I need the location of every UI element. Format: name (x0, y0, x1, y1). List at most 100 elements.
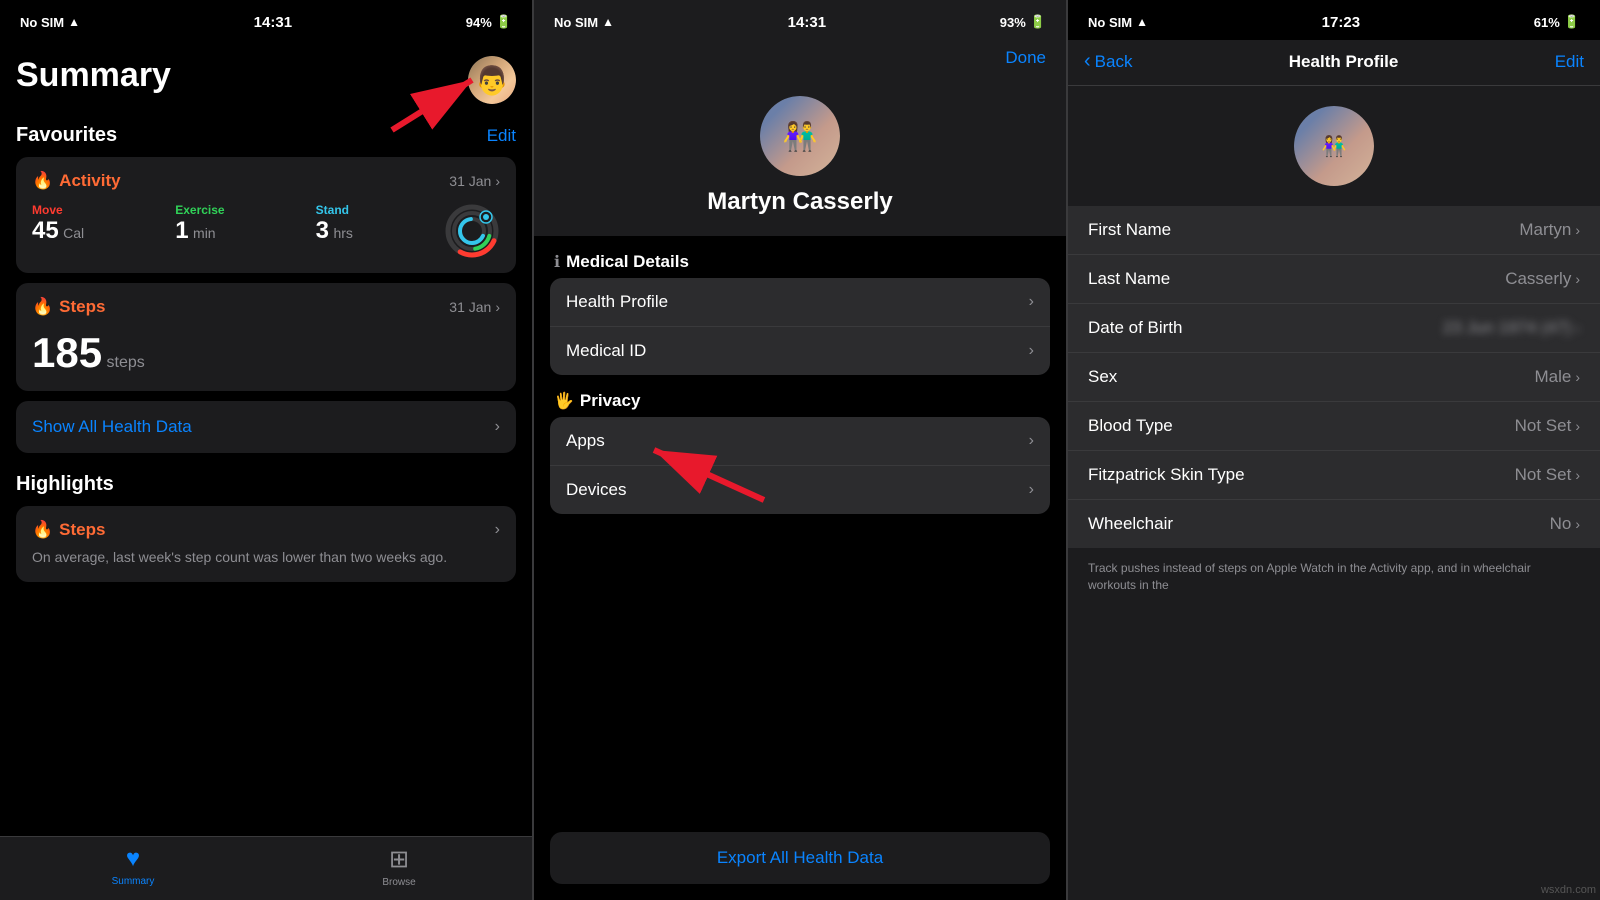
stand-label: Stand (316, 203, 353, 217)
apps-menu-item[interactable]: Apps › (550, 417, 1050, 466)
medical-id-label: Medical ID (566, 341, 646, 361)
battery-percent-1: 94% (466, 15, 492, 30)
highlight-header: 🔥 Steps › (32, 520, 500, 540)
export-button[interactable]: Export All Health Data (550, 832, 1050, 884)
battery-icon-2: 🔋 (1030, 14, 1046, 30)
tab-browse-label: Browse (382, 877, 415, 888)
show-all-chevron-icon: › (495, 418, 500, 436)
privacy-menu-group: Apps › Devices › (550, 417, 1050, 514)
activity-date-text: 31 Jan (449, 173, 491, 189)
skin-type-value: Not Set (1515, 465, 1572, 485)
phone3: No SIM ▲ 17:23 61% 🔋 ‹ Back Health Profi… (1068, 0, 1600, 900)
nav-bar-3: ‹ Back Health Profile Edit (1068, 40, 1600, 86)
footer-text: Track pushes instead of steps on Apple W… (1068, 548, 1600, 606)
phone1: No SIM ▲ 14:31 94% 🔋 Summary 👨 Favouri (0, 0, 532, 900)
activity-date: 31 Jan › (449, 173, 500, 189)
phone1-content: Summary 👨 Favourites Edit 🔥 Activity (0, 40, 532, 836)
dob-chevron-icon: › (1575, 320, 1580, 336)
phone2-content-wrapper: Done 👫 Martyn Casserly ℹ Medical Details… (534, 40, 1066, 900)
exercise-stat: Exercise 1 min (175, 203, 224, 245)
devices-label: Devices (566, 480, 626, 500)
done-button[interactable]: Done (1005, 48, 1046, 68)
sex-value: Male (1534, 367, 1571, 387)
user-avatar-1[interactable]: 👨 (468, 56, 516, 104)
flame-icon-activity: 🔥 (32, 171, 53, 191)
skin-type-row[interactable]: Fitzpatrick Skin Type Not Set › (1068, 451, 1600, 500)
first-name-row[interactable]: First Name Martyn › (1068, 206, 1600, 255)
first-name-label: First Name (1088, 220, 1171, 240)
activity-stats: Move 45 Cal Exercise 1 min Stand (32, 203, 500, 259)
devices-menu-item[interactable]: Devices › (550, 466, 1050, 514)
show-all-label: Show All Health Data (32, 417, 192, 437)
tab-summary-label: Summary (112, 876, 155, 887)
activity-card[interactable]: 🔥 Activity 31 Jan › Move 45 Cal Exe (16, 157, 516, 273)
steps-card[interactable]: 🔥 Steps 31 Jan › 185 steps (16, 283, 516, 391)
first-name-value-row: Martyn › (1519, 220, 1580, 240)
wheelchair-row[interactable]: Wheelchair No › (1068, 500, 1600, 548)
favourites-title: Favourites (16, 124, 117, 147)
devices-chevron-icon: › (1029, 481, 1034, 499)
dob-label: Date of Birth (1088, 318, 1183, 338)
steps-chevron-icon: › (495, 299, 500, 315)
no-sim-label-3: No SIM (1088, 15, 1132, 30)
edit-button-3[interactable]: Edit (1555, 52, 1584, 72)
battery-percent-2: 93% (1000, 15, 1026, 30)
battery-1: 94% 🔋 (466, 14, 512, 30)
exercise-label: Exercise (175, 203, 224, 217)
battery-icon-3: 🔋 (1564, 14, 1580, 30)
back-button[interactable]: ‹ Back (1084, 50, 1132, 73)
profile-avatar-2[interactable]: 👫 (760, 96, 840, 176)
skin-type-label: Fitzpatrick Skin Type (1088, 465, 1245, 485)
dob-row[interactable]: Date of Birth 23 Jun 1974 (47) › (1068, 304, 1600, 353)
highlights-title: Highlights (16, 473, 516, 496)
blood-type-chevron-icon: › (1575, 418, 1580, 434)
wheelchair-value: No (1550, 514, 1572, 534)
medical-id-menu-item[interactable]: Medical ID › (550, 327, 1050, 375)
steps-value-row: 185 steps (32, 329, 500, 377)
apps-chevron-icon: › (1029, 432, 1034, 450)
blood-type-row[interactable]: Blood Type Not Set › (1068, 402, 1600, 451)
move-value-row: 45 Cal (32, 217, 84, 245)
show-all-button[interactable]: Show All Health Data › (16, 401, 516, 453)
tab-bar-1: ♥ Summary ⊞ Browse (0, 836, 532, 900)
chevron-left-icon: ‹ (1084, 50, 1091, 73)
wheelchair-label: Wheelchair (1088, 514, 1173, 534)
status-left-1: No SIM ▲ (20, 15, 80, 30)
blood-type-value: Not Set (1515, 416, 1572, 436)
grid-icon: ⊞ (389, 845, 409, 874)
privacy-label: Privacy (580, 391, 641, 411)
health-profile-menu-item[interactable]: Health Profile › (550, 278, 1050, 327)
skin-type-chevron-icon: › (1575, 467, 1580, 483)
highlight-card[interactable]: 🔥 Steps › On average, last week's step c… (16, 506, 516, 582)
edit-link-1[interactable]: Edit (487, 126, 516, 146)
exercise-value: 1 (175, 217, 188, 244)
info-icon: ℹ (554, 252, 560, 272)
first-name-chevron-icon: › (1575, 222, 1580, 238)
last-name-row[interactable]: Last Name Casserly › (1068, 255, 1600, 304)
profile-photo-section: 👫 (1068, 86, 1600, 206)
status-bar-1: No SIM ▲ 14:31 94% 🔋 (0, 0, 532, 40)
status-left-3: No SIM ▲ (1088, 15, 1148, 30)
profile-photo-circle[interactable]: 👫 (1294, 106, 1374, 186)
status-left-2: No SIM ▲ (554, 15, 614, 30)
activity-rings (444, 203, 500, 259)
privacy-header: 🖐 Privacy (534, 375, 1066, 417)
time-3: 17:23 (1322, 14, 1360, 31)
tab-browse[interactable]: ⊞ Browse (266, 845, 532, 888)
highlight-steps-title: 🔥 Steps (32, 520, 105, 540)
tab-summary[interactable]: ♥ Summary (0, 845, 266, 888)
battery-2: 93% 🔋 (1000, 14, 1046, 30)
sex-row[interactable]: Sex Male › (1068, 353, 1600, 402)
phone2: No SIM ▲ 14:31 93% 🔋 Done 👫 Martyn Casse… (534, 0, 1066, 900)
health-profile-chevron-icon: › (1029, 293, 1034, 311)
profile-top-bar: Done (534, 40, 1066, 76)
steps-date-text: 31 Jan (449, 299, 491, 315)
stand-unit: hrs (333, 225, 352, 241)
export-label: Export All Health Data (717, 848, 883, 867)
move-stat: Move 45 Cal (32, 203, 84, 245)
activity-title: 🔥 Activity (32, 171, 121, 191)
no-sim-label-1: No SIM (20, 15, 64, 30)
heart-icon: ♥ (126, 845, 140, 873)
favourites-section: Favourites Edit (16, 124, 516, 147)
sex-value-row: Male › (1534, 367, 1580, 387)
